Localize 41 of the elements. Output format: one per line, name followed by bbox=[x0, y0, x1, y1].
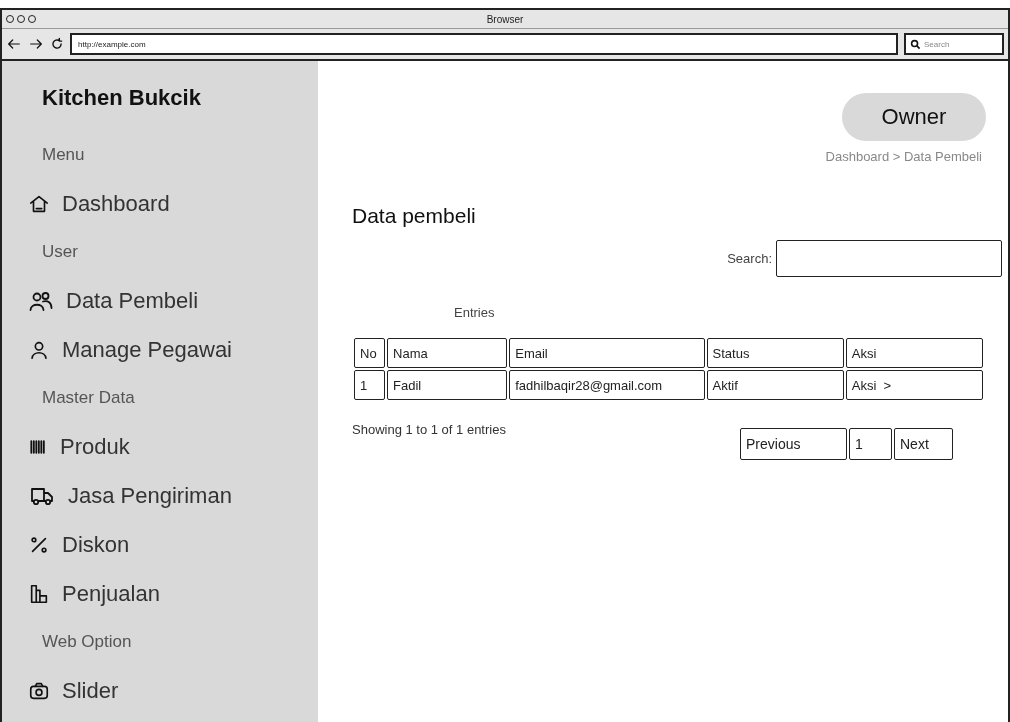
sidebar-item[interactable]: Data Pembeli bbox=[66, 287, 199, 314]
table-cell: fadhilbaqir28@gmail.com bbox=[509, 370, 705, 400]
search-field[interactable] bbox=[776, 240, 1002, 277]
section-label: Menu bbox=[42, 145, 85, 165]
search-icon bbox=[910, 38, 921, 50]
section-label: User bbox=[42, 242, 78, 262]
sidebar-item[interactable]: Slider bbox=[62, 677, 119, 704]
column-header: Aksi bbox=[845, 338, 983, 368]
forward-arrow-icon bbox=[28, 36, 44, 52]
sidebar-item[interactable]: Dashboard bbox=[62, 190, 170, 217]
sidebar-item[interactable]: Produk bbox=[60, 433, 130, 460]
table-cell: 1 bbox=[354, 370, 386, 400]
brand-title: Kitchen Bukcik bbox=[42, 85, 201, 110]
column-header: Email bbox=[509, 338, 705, 368]
column-header: Status bbox=[706, 338, 844, 368]
bar-chart-icon bbox=[28, 582, 50, 605]
section-label: Web Option bbox=[42, 632, 132, 652]
column-header: Nama bbox=[387, 338, 508, 368]
user-button[interactable]: Owner bbox=[842, 93, 986, 141]
page-button[interactable]: 1 bbox=[849, 428, 892, 460]
action-link[interactable]: Aksi > bbox=[845, 370, 983, 400]
previous-button[interactable]: Previous bbox=[740, 428, 847, 460]
reload-icon bbox=[50, 37, 64, 51]
search-label: Search: bbox=[727, 251, 772, 266]
column-header: No bbox=[354, 338, 386, 368]
back-arrow-icon bbox=[6, 36, 22, 52]
entries-label: Entries bbox=[454, 305, 496, 320]
sidebar-item[interactable]: Jasa Pengiriman bbox=[68, 482, 232, 509]
browser-search-field[interactable]: Search bbox=[904, 33, 1004, 55]
address-field[interactable]: http://example.com bbox=[70, 33, 898, 55]
table-cell: Aktif bbox=[706, 370, 844, 400]
sidebar-item[interactable]: Diskon bbox=[62, 531, 130, 558]
section-label: Master Data bbox=[42, 388, 135, 408]
sidebar-item[interactable]: Manage Pegawai bbox=[62, 336, 232, 363]
page-title: Data pembeli bbox=[352, 204, 477, 228]
next-button[interactable]: Next bbox=[894, 428, 953, 460]
sidebar-item[interactable]: Penjualan bbox=[62, 580, 160, 607]
window-title: Browser bbox=[486, 13, 524, 25]
entries-summary: Showing 1 to 1 of 1 entries bbox=[352, 422, 507, 437]
table-cell: Fadil bbox=[387, 370, 508, 400]
breadcrumb: Dashboard > Data Pembeli bbox=[825, 149, 982, 164]
